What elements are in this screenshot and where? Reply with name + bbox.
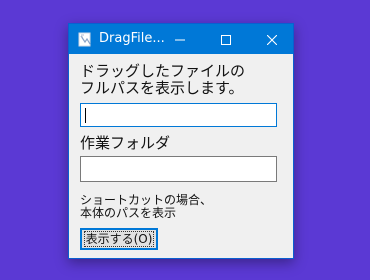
instruction-line-1: ドラッグしたファイルの: [80, 62, 246, 80]
close-icon: [266, 30, 278, 49]
instruction-line-2: フルパスを表示します。: [80, 79, 244, 97]
work-folder-label: 作業フォルダ: [80, 134, 171, 152]
instruction-text: ドラッグしたファイルの フルパスを表示します。: [80, 63, 245, 97]
title-bar[interactable]: DragFile...: [69, 24, 293, 54]
minimize-button[interactable]: [157, 24, 203, 54]
text-caret: [85, 108, 86, 123]
maximize-icon: [221, 30, 231, 49]
close-button[interactable]: [249, 24, 295, 54]
shortcut-note-line-2: 本体のパスを表示: [80, 206, 177, 220]
minimize-icon: [175, 30, 185, 49]
window-title: DragFile...: [99, 31, 165, 46]
path-input[interactable]: [80, 103, 277, 127]
shortcut-note: ショートカットの場合、 本体のパスを表示: [80, 194, 212, 220]
show-button-label: 表示する(O): [83, 231, 155, 247]
app-file-icon: [78, 32, 93, 47]
show-button[interactable]: 表示する(O): [80, 228, 158, 250]
maximize-button[interactable]: [203, 24, 249, 54]
dragfile-window: DragFile... ドラッグしたファイルの フルパスを表示します。 作業フォ…: [68, 23, 294, 259]
work-folder-input[interactable]: [80, 156, 277, 182]
